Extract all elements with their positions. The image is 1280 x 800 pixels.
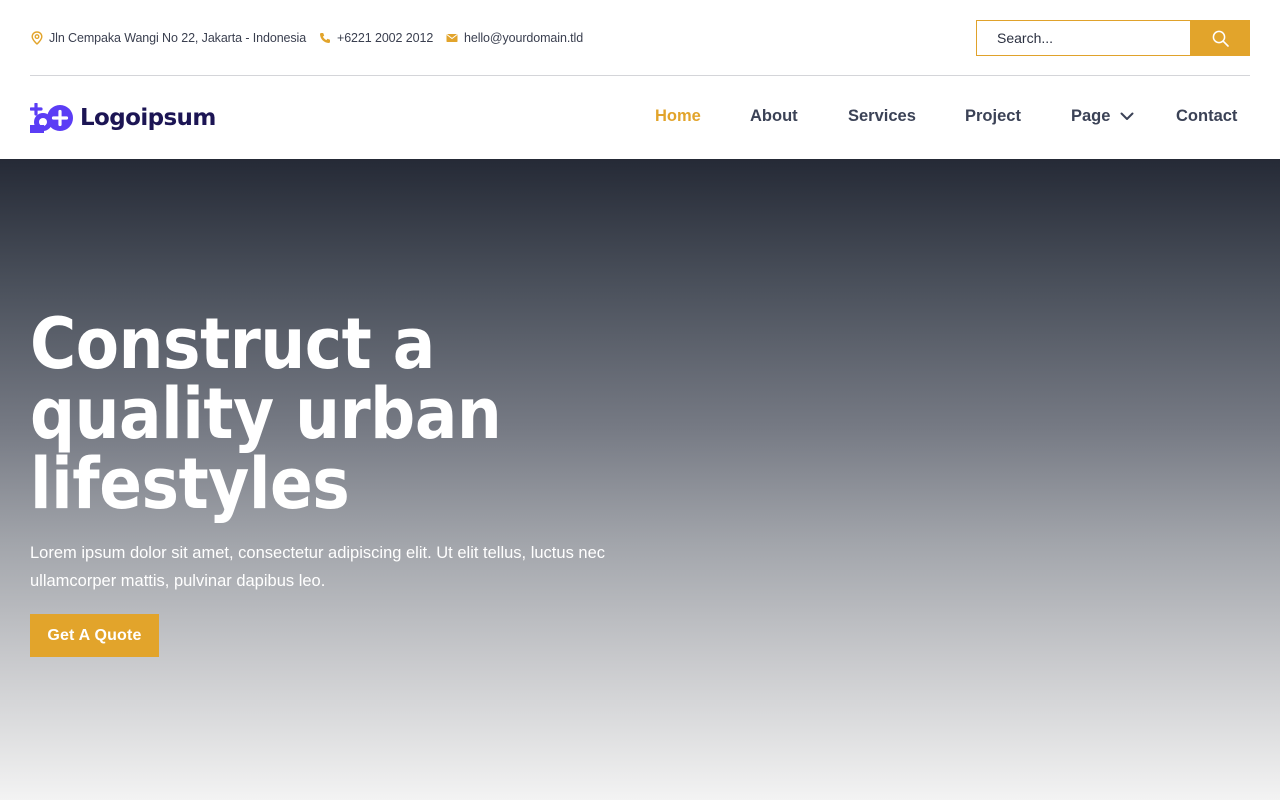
- phone-info[interactable]: +6221 2002 2012: [318, 29, 433, 47]
- phone-text: +6221 2002 2012: [337, 31, 434, 45]
- map-pin-icon: [30, 31, 44, 45]
- chevron-down-icon: [1120, 112, 1134, 121]
- logo-icon: [30, 103, 76, 133]
- hero-description: Lorem ipsum dolor sit amet, consectetur …: [30, 544, 606, 590]
- nav-home[interactable]: Home: [655, 107, 701, 126]
- main-navbar: Logoipsum Home About Services Project Pa…: [30, 77, 1250, 159]
- logo[interactable]: Logoipsum: [30, 103, 216, 133]
- search-button[interactable]: [1190, 20, 1250, 56]
- hero-title: Construct a quality urban lifestyles: [30, 303, 502, 525]
- email-info[interactable]: hello@yourdomain.tld: [445, 29, 583, 47]
- address-text: Jln Cempaka Wangi No 22, Jakarta - Indon…: [49, 31, 307, 45]
- hero-section: Construct a quality urban lifestyles Lor…: [0, 159, 1280, 800]
- get-a-quote-button[interactable]: Get A Quote: [30, 614, 159, 657]
- search-icon: [1212, 30, 1229, 47]
- nav-contact[interactable]: Contact: [1176, 107, 1237, 126]
- nav-project[interactable]: Project: [965, 107, 1021, 126]
- search-form: [976, 20, 1250, 56]
- top-bar: Jln Cempaka Wangi No 22, Jakarta - Indon…: [30, 0, 1250, 76]
- email-text: hello@yourdomain.tld: [464, 31, 584, 45]
- phone-icon: [318, 31, 332, 45]
- logo-text: Logoipsum: [80, 105, 216, 131]
- nav-page-label: Page: [1071, 107, 1111, 125]
- nav-about[interactable]: About: [750, 107, 798, 126]
- search-input[interactable]: [976, 20, 1190, 56]
- nav-services[interactable]: Services: [848, 107, 916, 126]
- address-info: Jln Cempaka Wangi No 22, Jakarta - Indon…: [30, 29, 306, 47]
- nav-page[interactable]: Page: [1071, 107, 1134, 126]
- envelope-icon: [445, 31, 459, 45]
